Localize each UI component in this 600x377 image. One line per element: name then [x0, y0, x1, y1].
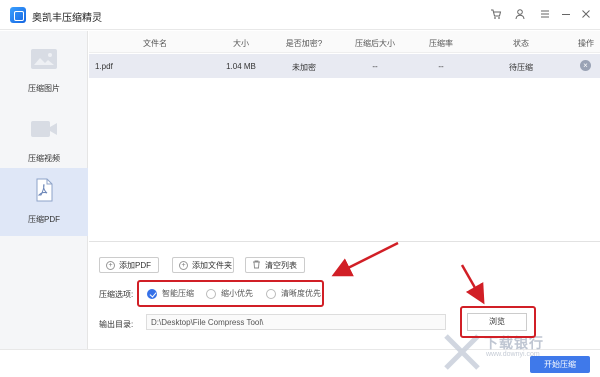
app-window: 奥凯丰压缩精灵 压缩图片 压缩视频 压缩PDF 文件名 大小 是否加密? 压缩后…	[0, 0, 600, 377]
annotation-arrows	[331, 241, 485, 305]
arrow-to-options	[331, 241, 399, 277]
arrow-to-browse	[460, 264, 485, 305]
